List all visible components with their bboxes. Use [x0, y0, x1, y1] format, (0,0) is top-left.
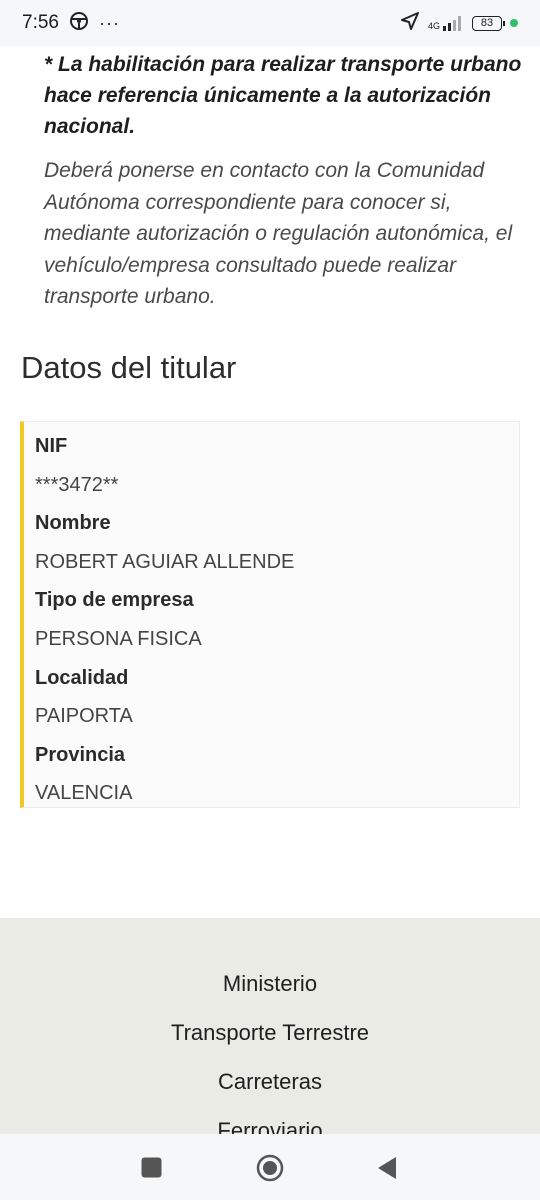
notification-overflow: ··· [98, 12, 120, 33]
nif-value: ***3472** [35, 473, 119, 496]
system-nav-bar [0, 1134, 540, 1200]
locality-value: PAIPORTA [35, 705, 133, 728]
back-icon[interactable] [377, 1156, 397, 1185]
network-type: 4G [427, 21, 440, 31]
steering-wheel-icon [69, 11, 89, 36]
footer-link-ministerio[interactable]: Ministerio [0, 971, 540, 997]
recent-apps-icon[interactable] [141, 1157, 162, 1183]
location-arrow-icon [400, 11, 420, 36]
nif-label: NIF [35, 435, 68, 457]
privacy-indicator [510, 19, 518, 27]
footer-link-carreteras[interactable]: Carreteras [0, 1069, 540, 1095]
name-label: Nombre [35, 512, 111, 535]
urban-transport-note: * La habilitación para realizar transpor… [44, 53, 522, 138]
autonomous-community-note: Deberá ponerse en contacto con la Comuni… [44, 159, 513, 308]
status-bar: 7:56 ··· 4G 83 [0, 0, 540, 46]
home-icon[interactable] [256, 1154, 284, 1187]
province-value: VALENCIA [35, 782, 133, 805]
signal-icon: 4G [428, 15, 464, 31]
battery-icon: 83 [472, 15, 505, 31]
footer-link-transporte-terrestre[interactable]: Transporte Terrestre [0, 1020, 540, 1046]
page-title: Datos del titular [21, 350, 237, 385]
footer: Ministerio Transporte Terrestre Carreter… [0, 918, 540, 1143]
company-type-label: Tipo de empresa [35, 589, 194, 612]
province-label: Provincia [35, 743, 126, 766]
holder-details-card: NIF ***3472** Nombre ROBERT AGUIAR ALLEN… [20, 421, 520, 808]
locality-label: Localidad [35, 666, 129, 689]
name-value: ROBERT AGUIAR ALLENDE [35, 550, 295, 573]
company-type-value: PERSONA FISICA [35, 627, 202, 650]
status-time: 7:56 [22, 12, 59, 33]
